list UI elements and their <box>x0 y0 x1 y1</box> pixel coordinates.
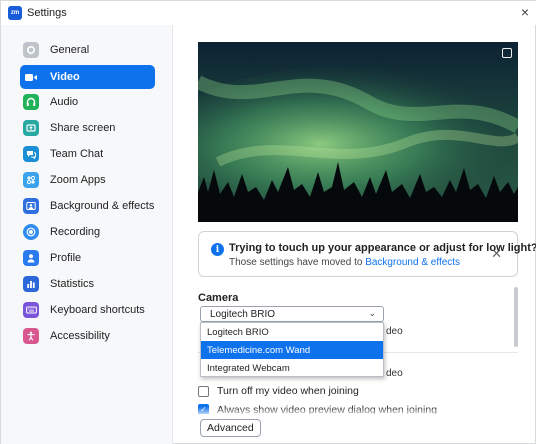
sidebar-item-audio[interactable]: Audio <box>20 90 155 114</box>
keyboard-icon <box>23 302 39 318</box>
camera-select[interactable]: Logitech BRIO ⌄ <box>200 306 384 322</box>
turn-off-video-label: Turn off my video when joining <box>217 385 359 397</box>
turn-off-video-option[interactable]: Turn off my video when joining <box>198 385 359 397</box>
sidebar-item-label: Audio <box>50 96 79 108</box>
camera-preview <box>198 42 518 222</box>
sidebar-item-video[interactable]: Video <box>20 65 155 89</box>
video-camera-icon <box>23 69 39 85</box>
sidebar-item-label: Team Chat <box>50 148 104 160</box>
sidebar-item-label: Profile <box>50 252 82 264</box>
sidebar-item-label: Background & effects <box>50 200 155 212</box>
person-icon <box>23 250 39 266</box>
record-icon <box>23 224 39 240</box>
accessibility-icon <box>23 328 39 344</box>
sidebar-item-statistics[interactable]: Statistics <box>20 272 155 296</box>
sidebar-item-label: Keyboard shortcuts <box>50 304 145 316</box>
camera-selected-value: Logitech BRIO <box>210 308 276 320</box>
rotate-camera-icon[interactable] <box>502 48 512 58</box>
chevron-down-icon: ⌄ <box>368 308 376 318</box>
turn-off-video-checkbox[interactable] <box>198 385 209 397</box>
sidebar-item-label: Share screen <box>50 122 116 134</box>
share-screen-icon <box>23 120 39 136</box>
sidebar-item-label: General <box>50 44 90 56</box>
settings-window: zm Settings × General Video Audio Share … <box>0 0 536 444</box>
title-bar: zm Settings × <box>1 1 536 25</box>
camera-option-highlighted[interactable]: Telemedicine.com Wand <box>201 341 383 359</box>
apps-icon <box>23 172 39 188</box>
chat-bubble-icon <box>23 146 39 162</box>
sidebar-item-label: Accessibility <box>50 330 110 342</box>
obscured-option-text: deo <box>386 326 403 337</box>
sidebar-item-label: Recording <box>50 226 101 238</box>
info-icon: i <box>211 243 224 256</box>
sidebar-item-profile[interactable]: Profile <box>20 246 155 270</box>
sidebar-item-zoom-apps[interactable]: Zoom Apps <box>20 168 155 192</box>
window-title: Settings <box>27 7 67 19</box>
sidebar-item-keyboard-shortcuts[interactable]: Keyboard shortcuts <box>20 298 155 322</box>
sidebar-item-team-chat[interactable]: Team Chat <box>20 142 155 166</box>
notice-title: Trying to touch up your appearance or ad… <box>229 242 536 254</box>
aurora-preview-image <box>198 42 518 222</box>
sidebar-item-background-effects[interactable]: Background & effects <box>20 194 155 218</box>
relocation-notice: i Trying to touch up your appearance or … <box>198 231 536 277</box>
notice-text: Those settings have moved to Background … <box>229 257 460 268</box>
obscured-option-text: deo <box>386 368 403 379</box>
sidebar-item-recording[interactable]: Recording <box>20 220 155 244</box>
notice-body: Those settings have moved to <box>229 257 366 268</box>
sidebar-item-share-screen[interactable]: Share screen <box>20 116 155 140</box>
advanced-button[interactable]: Advanced <box>200 419 261 437</box>
headphones-icon <box>23 94 39 110</box>
sidebar-item-label: Statistics <box>50 278 95 290</box>
scrollbar[interactable] <box>514 287 518 347</box>
camera-option[interactable]: Integrated Webcam <box>201 359 383 377</box>
background-person-icon <box>23 198 39 214</box>
sidebar-item-label: Zoom Apps <box>50 174 106 186</box>
camera-dropdown-list: Logitech BRIO Telemedicine.com Wand Inte… <box>200 322 384 377</box>
sidebar-item-accessibility[interactable]: Accessibility <box>20 324 155 348</box>
settings-sidebar: General Video Audio Share screen Team Ch… <box>1 25 173 444</box>
video-settings-panel: i Trying to touch up your appearance or … <box>173 25 536 444</box>
camera-label: Camera <box>198 292 239 304</box>
sidebar-item-label: Video <box>50 71 80 83</box>
gear-icon <box>23 42 39 58</box>
close-icon[interactable]: × <box>521 5 529 19</box>
close-notice-icon[interactable]: ✕ <box>491 246 502 262</box>
sidebar-item-general[interactable]: General <box>20 38 155 62</box>
scroll-fade <box>198 407 518 417</box>
zoom-app-icon: zm <box>8 6 22 20</box>
bar-chart-icon <box>23 276 39 292</box>
camera-option[interactable]: Logitech BRIO <box>201 323 383 341</box>
background-effects-link[interactable]: Background & effects <box>365 257 460 268</box>
